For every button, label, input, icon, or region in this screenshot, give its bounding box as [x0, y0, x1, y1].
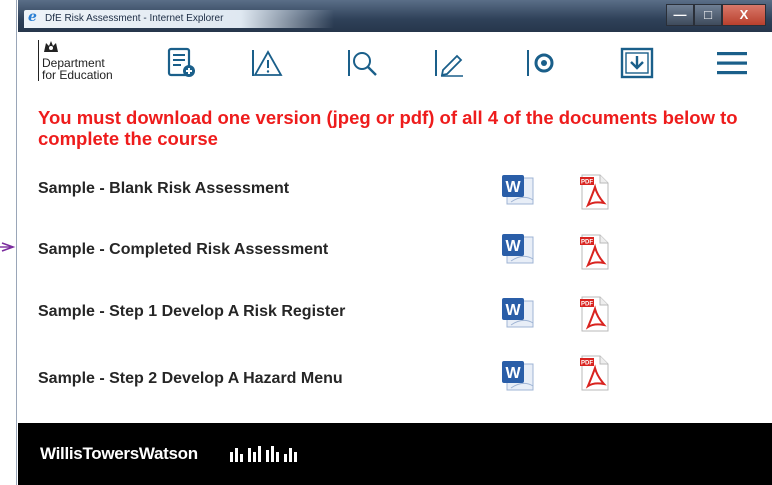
search-icon[interactable]	[346, 46, 380, 80]
word-download-icon[interactable]: W	[501, 360, 537, 394]
maximize-button[interactable]: □	[694, 4, 722, 26]
document-label: Sample - Step 1 Develop A Risk Register	[38, 303, 346, 320]
document-row: Sample - Completed Risk Assessment W PDF	[18, 233, 772, 273]
pointer-arrow-icon	[0, 238, 18, 256]
logo-line-2: for Education	[42, 68, 113, 82]
svg-text:W: W	[505, 365, 521, 382]
royal-crest-icon	[42, 40, 113, 57]
document-label: Sample - Step 2 Develop A Hazard Menu	[38, 370, 343, 387]
footer: WillisTowersWatson	[18, 423, 772, 485]
pdf-download-icon[interactable]: PDF	[576, 295, 612, 333]
document-row: Sample - Step 2 Develop A Hazard Menu W …	[18, 355, 772, 402]
minimize-button[interactable]: —	[666, 4, 694, 26]
willis-towers-watson-logo: WillisTowersWatson	[40, 444, 198, 463]
menu-icon[interactable]	[715, 46, 749, 80]
edit-icon[interactable]	[433, 46, 467, 80]
download-icon[interactable]	[620, 46, 654, 80]
window-title: DfE Risk Assessment - Internet Explorer	[45, 13, 224, 24]
pdf-download-icon[interactable]: PDF	[576, 233, 612, 271]
wtw-bars-icon	[230, 446, 310, 467]
svg-text:PDF: PDF	[581, 180, 593, 186]
internet-explorer-icon: e	[28, 9, 37, 25]
svg-text:PDF: PDF	[581, 240, 593, 246]
document-add-icon[interactable]	[165, 46, 199, 80]
document-label: Sample - Blank Risk Assessment	[38, 180, 290, 197]
eye-icon[interactable]	[525, 46, 559, 80]
pdf-download-icon[interactable]: PDF	[576, 173, 612, 211]
svg-text:PDF: PDF	[581, 361, 593, 367]
warning-icon[interactable]	[250, 46, 284, 80]
dfe-logo: Department for Education	[38, 40, 113, 81]
browser-window: e DfE Risk Assessment - Internet Explore…	[18, 0, 772, 485]
word-download-icon[interactable]: W	[501, 233, 537, 267]
instruction-heading: You must download one version (jpeg or p…	[38, 107, 738, 149]
svg-text:W: W	[505, 302, 521, 319]
document-row: Sample - Step 1 Develop A Risk Register …	[18, 295, 772, 335]
window-controls: — □ X	[666, 4, 766, 26]
word-download-icon[interactable]: W	[501, 174, 537, 208]
svg-text:PDF: PDF	[581, 302, 593, 308]
document-label: Sample - Completed Risk Assessment	[38, 241, 329, 258]
close-button[interactable]: X	[722, 4, 766, 26]
word-download-icon[interactable]: W	[501, 297, 537, 331]
svg-text:W: W	[505, 238, 521, 255]
title-bar: e DfE Risk Assessment - Internet Explore…	[18, 0, 772, 32]
pdf-download-icon[interactable]: PDF	[576, 354, 612, 392]
document-row: Sample - Blank Risk Assessment W PDF	[18, 172, 772, 212]
course-toolbar: Department for Education	[18, 32, 772, 92]
svg-text:W: W	[505, 179, 521, 196]
